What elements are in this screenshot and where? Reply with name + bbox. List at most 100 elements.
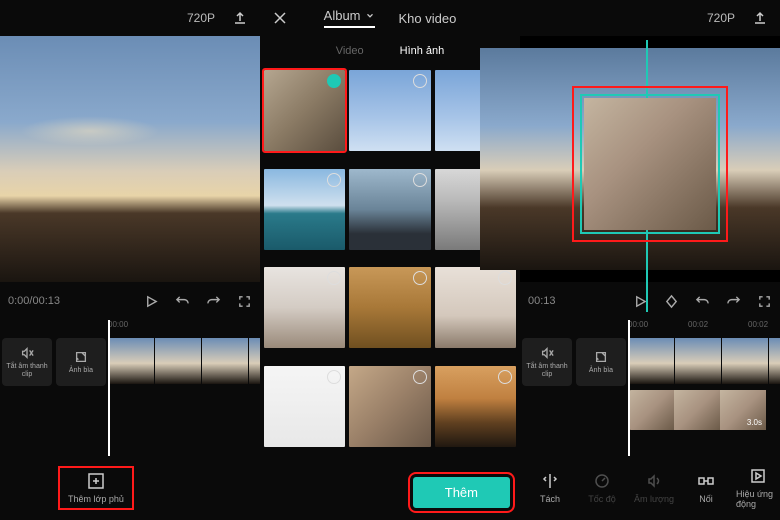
export-icon[interactable] xyxy=(232,10,248,26)
select-ring-icon xyxy=(498,271,512,285)
select-ring-icon xyxy=(413,74,427,88)
animation-button[interactable]: Hiệu ứng động xyxy=(732,467,780,509)
select-ring-icon xyxy=(413,370,427,384)
playhead[interactable] xyxy=(628,320,630,456)
playback-controls: 00:13 xyxy=(520,282,780,320)
select-ring-icon xyxy=(413,173,427,187)
splice-button[interactable]: Nối xyxy=(680,472,732,504)
cover-button[interactable]: Ảnh bìa xyxy=(576,338,626,386)
clip-thumb xyxy=(628,338,674,384)
timeline[interactable]: 00:00 Tắt âm thanh clip Ảnh bìa xyxy=(0,320,260,456)
video-tab[interactable]: Video xyxy=(336,45,364,57)
splice-label: Nối xyxy=(699,494,713,504)
overlay-clip-thumb xyxy=(674,390,720,430)
undo-icon[interactable] xyxy=(175,294,190,309)
mute-clip-button[interactable]: Tắt âm thanh clip xyxy=(2,338,52,386)
resolution-selector[interactable]: 720P xyxy=(707,11,738,25)
select-ring-icon xyxy=(327,173,341,187)
add-overlay-label: Thêm lớp phủ xyxy=(68,494,124,504)
volume-icon xyxy=(645,472,663,490)
clip-thumbnails[interactable] xyxy=(108,338,260,386)
cover-icon xyxy=(594,350,608,364)
cover-icon xyxy=(74,350,88,364)
select-ring-icon xyxy=(498,370,512,384)
play-icon[interactable] xyxy=(144,294,159,309)
split-button[interactable]: Tách xyxy=(524,472,576,504)
speed-icon xyxy=(593,472,611,490)
splice-icon xyxy=(697,472,715,490)
overlay-clip-thumb xyxy=(628,390,674,430)
resolution-selector[interactable]: 720P xyxy=(187,11,218,25)
add-overlay-button[interactable]: Thêm lớp phủ xyxy=(58,466,134,510)
clip-thumb xyxy=(155,338,201,384)
select-ring-icon xyxy=(327,74,341,88)
overlay-image xyxy=(584,98,716,230)
video-preview[interactable] xyxy=(520,36,780,282)
export-icon[interactable] xyxy=(752,10,768,26)
fullscreen-icon[interactable] xyxy=(757,294,772,309)
overlay-select-frame xyxy=(580,94,720,234)
preview-cloud xyxy=(20,116,160,146)
select-ring-icon xyxy=(327,271,341,285)
stock-label: Kho video xyxy=(399,11,457,26)
media-item[interactable] xyxy=(435,366,516,447)
playback-controls: 0:00/00:13 xyxy=(0,282,260,320)
video-preview[interactable] xyxy=(0,36,260,282)
time-display: 00:13 xyxy=(528,295,633,307)
media-item[interactable] xyxy=(264,70,345,151)
time-display: 0:00/00:13 xyxy=(8,295,130,307)
stock-tab[interactable]: Kho video xyxy=(399,11,457,26)
editor-panel-after: 720P 00:13 00:00 00:02 00:02 xyxy=(520,0,780,520)
mute-clip-button[interactable]: Tắt âm thanh clip xyxy=(522,338,572,386)
timeline-ruler: 00:00 00:02 00:02 xyxy=(520,320,780,338)
split-label: Tách xyxy=(540,494,560,504)
speed-label: Tốc độ xyxy=(588,494,616,504)
media-item[interactable] xyxy=(264,169,345,250)
resolution-label: 720P xyxy=(187,11,215,25)
redo-icon[interactable] xyxy=(206,294,221,309)
media-item[interactable] xyxy=(264,267,345,348)
top-bar: 720P xyxy=(520,0,780,36)
add-button[interactable]: Thêm xyxy=(413,477,510,508)
volume-button[interactable]: Âm lượng xyxy=(628,472,680,504)
media-item[interactable] xyxy=(349,70,430,151)
chevron-down-icon xyxy=(365,11,375,21)
close-icon[interactable] xyxy=(272,10,288,26)
editor-panel-before: 720P 0:00/00:13 00:00 Tắt âm thanh clip xyxy=(0,0,260,520)
clip-thumb xyxy=(769,338,780,384)
select-ring-icon xyxy=(327,370,341,384)
redo-icon[interactable] xyxy=(726,294,741,309)
mute-icon xyxy=(20,346,34,360)
album-tab[interactable]: Album xyxy=(324,8,375,28)
image-tab[interactable]: Hình ảnh xyxy=(400,45,445,57)
mute-label: Tắt âm thanh clip xyxy=(522,363,572,378)
overlay-track[interactable]: 3.0s xyxy=(628,390,780,430)
tick-label: 00:00 xyxy=(628,320,648,329)
overlay-clip-thumb: 3.0s xyxy=(720,390,766,430)
cover-label: Ảnh bìa xyxy=(69,367,93,375)
media-item[interactable] xyxy=(264,366,345,447)
media-item[interactable] xyxy=(435,267,516,348)
timeline[interactable]: 00:00 00:02 00:02 Tắt âm thanh clip Ảnh … xyxy=(520,320,780,456)
split-icon xyxy=(541,472,559,490)
media-item[interactable] xyxy=(349,267,430,348)
album-label: Album xyxy=(324,8,361,23)
bottom-bar: Thêm lớp phủ xyxy=(0,456,260,520)
media-item[interactable] xyxy=(349,366,430,447)
select-ring-icon xyxy=(413,271,427,285)
mute-label: Tắt âm thanh clip xyxy=(2,363,52,378)
speed-button[interactable]: Tốc độ xyxy=(576,472,628,504)
undo-icon[interactable] xyxy=(695,294,710,309)
media-item[interactable] xyxy=(349,169,430,250)
playhead[interactable] xyxy=(108,320,110,456)
cover-button[interactable]: Ảnh bìa xyxy=(56,338,106,386)
clip-thumb xyxy=(108,338,154,384)
clip-thumbnails[interactable] xyxy=(628,338,780,386)
animation-label: Hiệu ứng động xyxy=(736,489,780,509)
tick-label: 00:02 xyxy=(748,320,768,329)
overlay-bounding-box[interactable] xyxy=(572,86,728,242)
preview-frame xyxy=(0,36,260,282)
fullscreen-icon[interactable] xyxy=(237,294,252,309)
overlay-duration: 3.0s xyxy=(747,418,762,427)
keyframe-icon[interactable] xyxy=(664,294,679,309)
